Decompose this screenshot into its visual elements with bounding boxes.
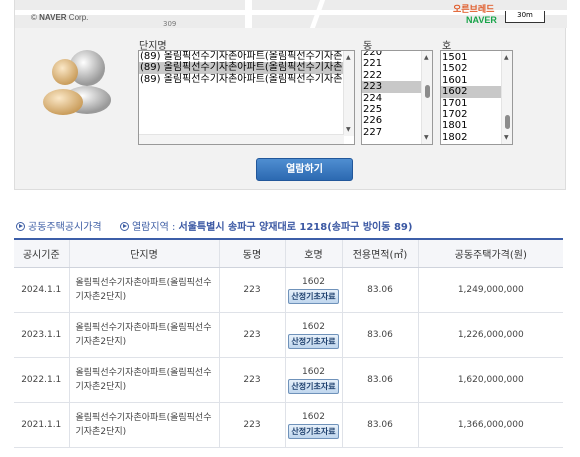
cell-date: 2021.1.1: [14, 402, 70, 448]
cell-complex-name: 올림픽선수기자촌아파트(올림픽선수기자촌2단지): [69, 402, 220, 448]
cell-ho: 1602 산정기초자료: [285, 402, 343, 448]
legend-title: 공동주택공시가격: [28, 222, 102, 233]
cell-complex-name: 올림픽선수기자촌아파트(올림픽선수기자촌2단지): [69, 357, 220, 403]
cell-price: 1,620,000,000: [418, 357, 563, 403]
cell-complex-name: 올림픽선수기자촌아파트(올림픽선수기자촌2단지): [69, 312, 220, 358]
table-row: 2022.1.1 올림픽선수기자촌아파트(올림픽선수기자촌2단지) 223 16…: [14, 357, 563, 403]
table-row: 2024.1.1 올림픽선수기자촌아파트(올림픽선수기자촌2단지) 223 16…: [14, 267, 563, 313]
ho-listbox[interactable]: 1501 1502 1601 1602 1701 1702 1801 1802 …: [440, 50, 513, 145]
legend-line: 공동주택공시가격 열람지역 : 서울특별시 송파구 양재대로 1218(송파구 …: [16, 218, 412, 233]
ho-number: 1602: [302, 321, 325, 332]
complex-option[interactable]: (89) 올림픽선수기자촌아파트(올림픽선수기자촌: [139, 74, 354, 85]
cell-area: 83.06: [342, 312, 419, 358]
cell-price: 1,366,000,000: [418, 402, 563, 448]
naver-logo: NAVER: [466, 15, 497, 25]
dong-vscrollbar[interactable]: ▲ ▼: [421, 51, 432, 144]
header-price: 공동주택가격(원): [418, 240, 563, 268]
arrow-circle-icon: [16, 222, 25, 231]
ho-number: 1602: [302, 411, 325, 422]
ho-number: 1602: [302, 366, 325, 377]
complex-vscrollbar[interactable]: ▲ ▼: [343, 51, 354, 136]
calc-basis-button[interactable]: 산정기초자료: [288, 378, 339, 394]
cell-area: 83.06: [342, 402, 419, 448]
user-avatar-icon: [43, 50, 111, 115]
cell-area: 83.06: [342, 267, 419, 313]
map-scale-bar: 30m: [505, 11, 545, 23]
legend-area-label: 열람지역 :: [131, 222, 176, 233]
arrow-circle-icon: [119, 222, 129, 231]
search-panel: © NAVER Corp. 309 오른브레드 NAVER 30m 단지명 (8…: [14, 0, 567, 190]
price-table: 공시기준 단지명 동명 호명 전용면적(㎡) 공동주택가격(원) 2024.1.…: [14, 238, 563, 448]
table-row: 2023.1.1 올림픽선수기자촌아파트(올림픽선수기자촌2단지) 223 16…: [14, 312, 563, 358]
cell-dong: 223: [219, 402, 286, 448]
ho-vscrollbar[interactable]: ▲ ▼: [501, 51, 512, 144]
header-base-date: 공시기준: [14, 240, 70, 268]
header-complex-name: 단지명: [69, 240, 220, 268]
map-strip[interactable]: © NAVER Corp. 309 오른브레드 NAVER 30m: [15, 0, 567, 28]
cell-area: 83.06: [342, 357, 419, 403]
table-row: 2021.1.1 올림픽선수기자촌아파트(올림픽선수기자촌2단지) 223 16…: [14, 402, 563, 448]
cell-dong: 223: [219, 357, 286, 403]
complex-option-selected[interactable]: (89) 올림픽선수기자촌아파트(올림픽선수기자촌: [139, 62, 354, 74]
dong-listbox[interactable]: 220 221 222 223 224 225 226 227 ▲ ▼: [361, 50, 433, 145]
ho-number: 1602: [302, 276, 325, 287]
header-dong: 동명: [219, 240, 286, 268]
cell-date: 2023.1.1: [14, 312, 70, 358]
cell-complex-name: 올림픽선수기자촌아파트(올림픽선수기자촌2단지): [69, 267, 220, 313]
cell-date: 2022.1.1: [14, 357, 70, 403]
map-brand-label: 오른브레드: [453, 5, 495, 15]
map-copyright: © NAVER Corp.: [31, 13, 89, 22]
cell-price: 1,226,000,000: [418, 312, 563, 358]
calc-basis-button[interactable]: 산정기초자료: [288, 423, 339, 439]
complex-option[interactable]: (89) 올림픽선수기자촌아파트(올림픽선수기자촌: [139, 51, 354, 62]
cell-ho: 1602 산정기초자료: [285, 357, 343, 403]
table-header-row: 공시기준 단지명 동명 호명 전용면적(㎡) 공동주택가격(원): [14, 240, 563, 268]
cell-dong: 223: [219, 312, 286, 358]
cell-date: 2024.1.1: [14, 267, 70, 313]
map-road-number: 309: [163, 20, 177, 28]
complex-listbox[interactable]: (89) 올림픽선수기자촌아파트(올림픽선수기자촌 (89) 올림픽선수기자촌아…: [138, 50, 355, 145]
complex-hscrollbar[interactable]: [139, 134, 344, 144]
cell-ho: 1602 산정기초자료: [285, 267, 343, 313]
header-area: 전용면적(㎡): [342, 240, 419, 268]
calc-basis-button[interactable]: 산정기초자료: [288, 333, 339, 349]
header-ho: 호명: [285, 240, 343, 268]
cell-dong: 223: [219, 267, 286, 313]
view-button[interactable]: 열람하기: [256, 158, 353, 181]
cell-price: 1,249,000,000: [418, 267, 563, 313]
cell-ho: 1602 산정기초자료: [285, 312, 343, 358]
legend-area-value: 서울특별시 송파구 양재대로 1218(송파구 방이동 89): [178, 222, 413, 233]
calc-basis-button[interactable]: 산정기초자료: [288, 288, 339, 304]
